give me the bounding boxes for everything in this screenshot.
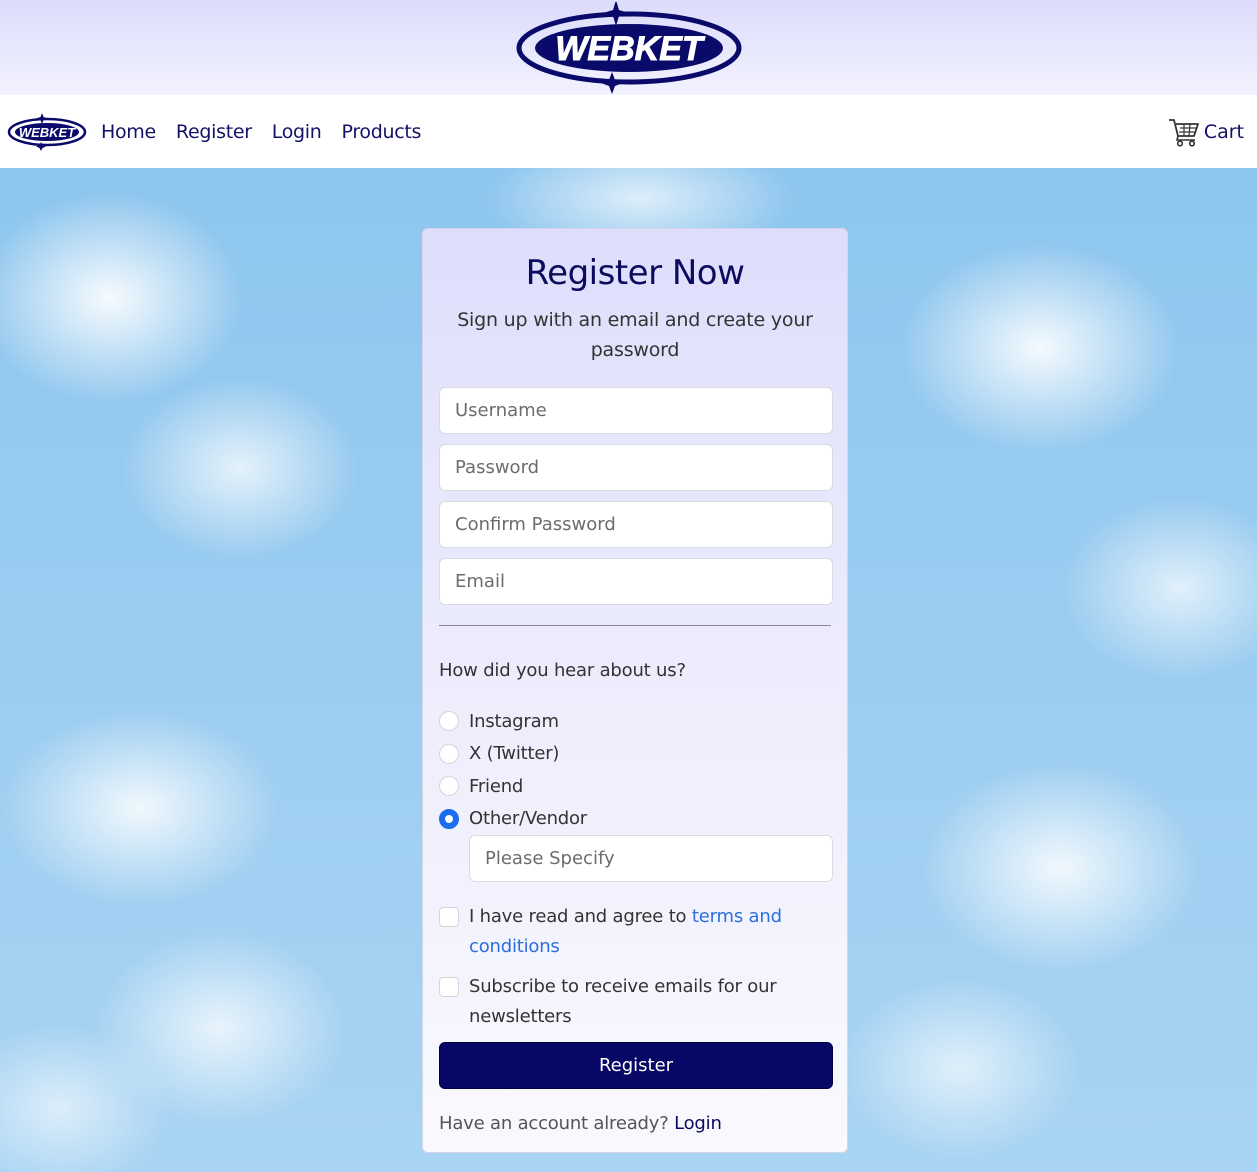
top-banner: WEBKET [0, 0, 1257, 95]
newsletter-checkbox[interactable] [439, 977, 459, 997]
radio-twitter[interactable]: X (Twitter) [439, 738, 831, 771]
radio-label: Other/Vendor [469, 808, 588, 830]
navbar: WEBKET Home Register Login Products Cart [0, 95, 1257, 168]
referral-options: Instagram X (Twitter) Friend Other/Vendo… [439, 705, 831, 835]
radio-button-checked[interactable] [439, 808, 459, 829]
terms-checkbox-row[interactable]: I have read and agree to terms and condi… [439, 902, 831, 962]
cart-label: Cart [1203, 121, 1244, 143]
login-link[interactable]: Login [674, 1113, 722, 1134]
radio-button[interactable] [439, 776, 459, 797]
cart-link[interactable]: Cart [1168, 117, 1244, 147]
newsletter-label: Subscribe to receive emails for our news… [469, 976, 777, 1027]
referral-question: How did you hear about us? [439, 660, 686, 681]
register-button[interactable]: Register [439, 1042, 833, 1089]
newsletter-checkbox-row[interactable]: Subscribe to receive emails for our news… [439, 972, 831, 1032]
nav-links: Home Register Login Products [101, 121, 441, 143]
terms-text: I have read and agree to [469, 906, 692, 927]
register-card: Register Now Sign up with an email and c… [422, 228, 848, 1153]
form-title: Register Now [525, 253, 745, 293]
nav-home[interactable]: Home [101, 121, 156, 143]
radio-label: Friend [469, 775, 524, 797]
nav-login[interactable]: Login [272, 121, 322, 143]
terms-label: I have read and agree to terms and condi… [469, 902, 831, 962]
password-input[interactable] [439, 444, 833, 491]
radio-instagram[interactable]: Instagram [439, 705, 831, 738]
svg-text:WEBKET: WEBKET [19, 125, 76, 140]
nav-register[interactable]: Register [176, 121, 252, 143]
login-prompt: Have an account already? Login [439, 1113, 831, 1134]
radio-button[interactable] [439, 711, 459, 732]
specify-input[interactable] [469, 835, 833, 882]
svg-text:WEBKET: WEBKET [555, 30, 706, 68]
terms-checkbox[interactable] [439, 907, 459, 927]
navbar-logo[interactable]: WEBKET [7, 112, 87, 151]
radio-label: Instagram [469, 710, 559, 732]
divider [439, 625, 831, 626]
username-input[interactable] [439, 387, 833, 434]
webket-logo: WEBKET [516, 1, 741, 94]
email-input[interactable] [439, 558, 833, 605]
cart-icon [1168, 119, 1199, 147]
nav-products[interactable]: Products [342, 121, 422, 143]
form-subtitle: Sign up with an email and create your pa… [457, 309, 813, 361]
radio-button[interactable] [439, 743, 459, 764]
radio-other-vendor[interactable]: Other/Vendor [439, 803, 831, 836]
radio-friend[interactable]: Friend [439, 770, 831, 803]
confirm-password-input[interactable] [439, 501, 833, 548]
login-prompt-text: Have an account already? [439, 1113, 675, 1134]
radio-label: X (Twitter) [469, 743, 560, 765]
